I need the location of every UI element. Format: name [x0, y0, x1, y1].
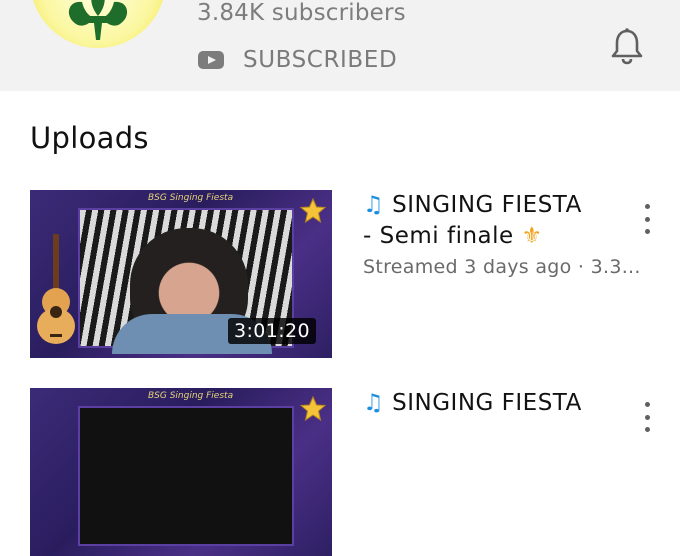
video-duration: 3:01:20	[227, 318, 316, 344]
video-meta[interactable]: ♫ SINGING FIESTA	[363, 388, 648, 419]
music-note-icon: ♫	[363, 390, 385, 416]
channel-header: 3.84K subscribers SUBSCRIBED	[0, 0, 680, 91]
fleur-de-lis-logo	[68, 0, 128, 40]
video-title-line1: SINGING FIESTA	[392, 192, 582, 218]
star-badge-icon	[300, 396, 326, 422]
video-thumbnail[interactable]: BSG Singing Fiesta	[30, 388, 332, 556]
fleur-de-lis-icon: ⚜	[521, 223, 543, 249]
guitar-icon	[37, 234, 75, 344]
video-thumbnail[interactable]: BSG Singing Fiesta 3:01:20	[30, 190, 332, 358]
video-item[interactable]: BSG Singing Fiesta ♫ SINGING FIESTA	[30, 388, 670, 556]
video-stream-info: Streamed 3 days ago · 3.3...	[363, 256, 641, 278]
video-title[interactable]: ♫ SINGING FIESTA	[363, 190, 648, 221]
video-item[interactable]: BSG Singing Fiesta 3:01:20 ♫ SINGING FIES…	[30, 190, 670, 358]
notification-bell-icon[interactable]	[611, 27, 643, 65]
youtube-icon	[198, 51, 224, 69]
star-badge-icon	[300, 198, 326, 224]
subscribed-label: SUBSCRIBED	[243, 47, 398, 73]
subscriber-count: 3.84K subscribers	[197, 0, 406, 26]
video-title[interactable]: ♫ SINGING FIESTA	[363, 388, 648, 419]
video-title-line2: - Semi finale	[363, 223, 514, 249]
thumbnail-caption: BSG Singing Fiesta	[148, 391, 234, 401]
subscribed-status[interactable]: SUBSCRIBED	[197, 46, 397, 74]
channel-avatar[interactable]	[30, 0, 166, 48]
more-options-icon[interactable]	[640, 204, 654, 234]
music-note-icon: ♫	[363, 192, 385, 218]
video-title-cont[interactable]: - Semi finale ⚜	[363, 221, 648, 252]
section-title: Uploads	[30, 121, 149, 155]
thumbnail-caption: BSG Singing Fiesta	[148, 193, 234, 203]
video-frame	[78, 406, 294, 546]
more-options-icon[interactable]	[640, 402, 654, 432]
video-meta[interactable]: ♫ SINGING FIESTA - Semi finale ⚜ Streamed…	[363, 190, 648, 278]
video-title-line1: SINGING FIESTA	[392, 390, 582, 416]
